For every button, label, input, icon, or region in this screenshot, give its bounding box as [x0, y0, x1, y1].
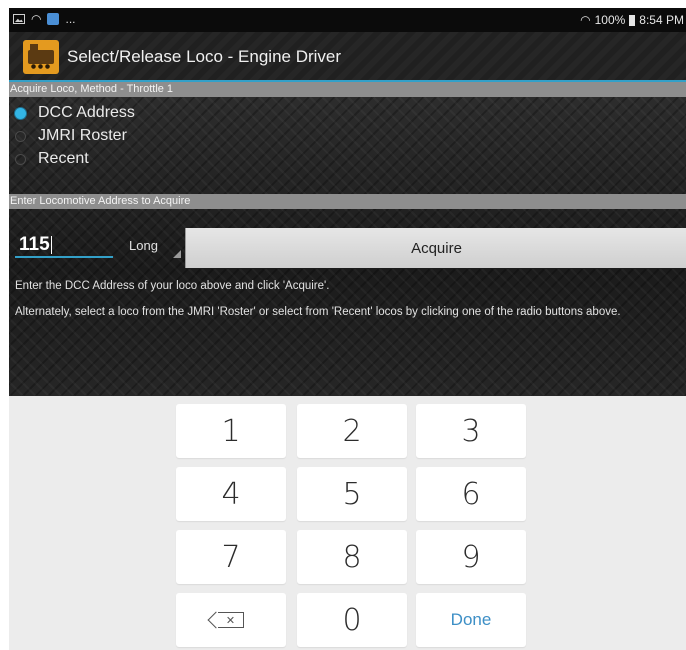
radio-jmri-roster[interactable]: JMRI Roster: [15, 125, 127, 147]
text-cursor: [50, 235, 52, 254]
address-header: Enter Locomotive Address to Acquire: [9, 194, 686, 209]
address-value: 115: [19, 234, 50, 255]
status-bar: ◠ ... ◠ 100% 8:54 PM: [9, 8, 686, 32]
key-1[interactable]: 1: [176, 404, 286, 458]
wifi-icon: ◠: [31, 12, 42, 26]
key-2[interactable]: 2: [297, 404, 407, 458]
numeric-keyboard: 1 2 3 4 5 6 7 8 9 ✕ 0 Done: [9, 396, 686, 650]
radio-recent[interactable]: Recent: [15, 148, 89, 170]
locomotive-icon: [28, 44, 54, 69]
backspace-key[interactable]: ✕: [176, 593, 286, 647]
radio-unselected-icon: [15, 130, 26, 142]
address-input[interactable]: 115: [15, 232, 113, 258]
app-screen: ◠ ... ◠ 100% 8:54 PM Select/Release Loco…: [9, 8, 686, 650]
address-type-dropdown[interactable]: Long: [121, 232, 183, 260]
battery-icon: [629, 14, 636, 26]
key-6[interactable]: 6: [416, 467, 526, 521]
backspace-icon: ✕: [218, 612, 244, 628]
dropdown-corner-icon: [173, 250, 181, 258]
help-text-line1: Enter the DCC Address of your loco above…: [15, 280, 330, 292]
main-content: Acquire Loco, Method - Throttle 1 DCC Ad…: [9, 82, 686, 396]
radio-label: DCC Address: [38, 104, 135, 121]
app-bar: Select/Release Loco - Engine Driver: [9, 32, 686, 82]
wifi-signal-icon: ◠: [580, 13, 591, 27]
page-title: Select/Release Loco - Engine Driver: [67, 47, 342, 66]
radio-dcc-address[interactable]: DCC Address: [15, 102, 135, 124]
radio-selected-icon: [15, 107, 26, 119]
engine-driver-logo-icon[interactable]: [23, 40, 59, 74]
done-key[interactable]: Done: [416, 593, 526, 647]
key-0[interactable]: 0: [297, 593, 407, 647]
battery-percent: 100%: [594, 13, 626, 27]
address-type-value: Long: [129, 238, 158, 253]
radio-unselected-icon: [15, 153, 26, 165]
help-text-line2: Alternately, select a loco from the JMRI…: [15, 306, 621, 318]
image-notification-icon: [13, 14, 25, 24]
key-4[interactable]: 4: [176, 467, 286, 521]
acquire-button[interactable]: Acquire: [185, 228, 686, 268]
app-notification-icon: [47, 13, 60, 25]
key-5[interactable]: 5: [297, 467, 407, 521]
radio-label: JMRI Roster: [38, 127, 127, 144]
more-notifications: ...: [65, 12, 76, 26]
clock: 8:54 PM: [639, 13, 684, 27]
radio-label: Recent: [38, 150, 89, 167]
key-3[interactable]: 3: [416, 404, 526, 458]
acquire-method-header: Acquire Loco, Method - Throttle 1: [9, 82, 686, 97]
key-7[interactable]: 7: [176, 530, 286, 584]
key-9[interactable]: 9: [416, 530, 526, 584]
key-8[interactable]: 8: [297, 530, 407, 584]
